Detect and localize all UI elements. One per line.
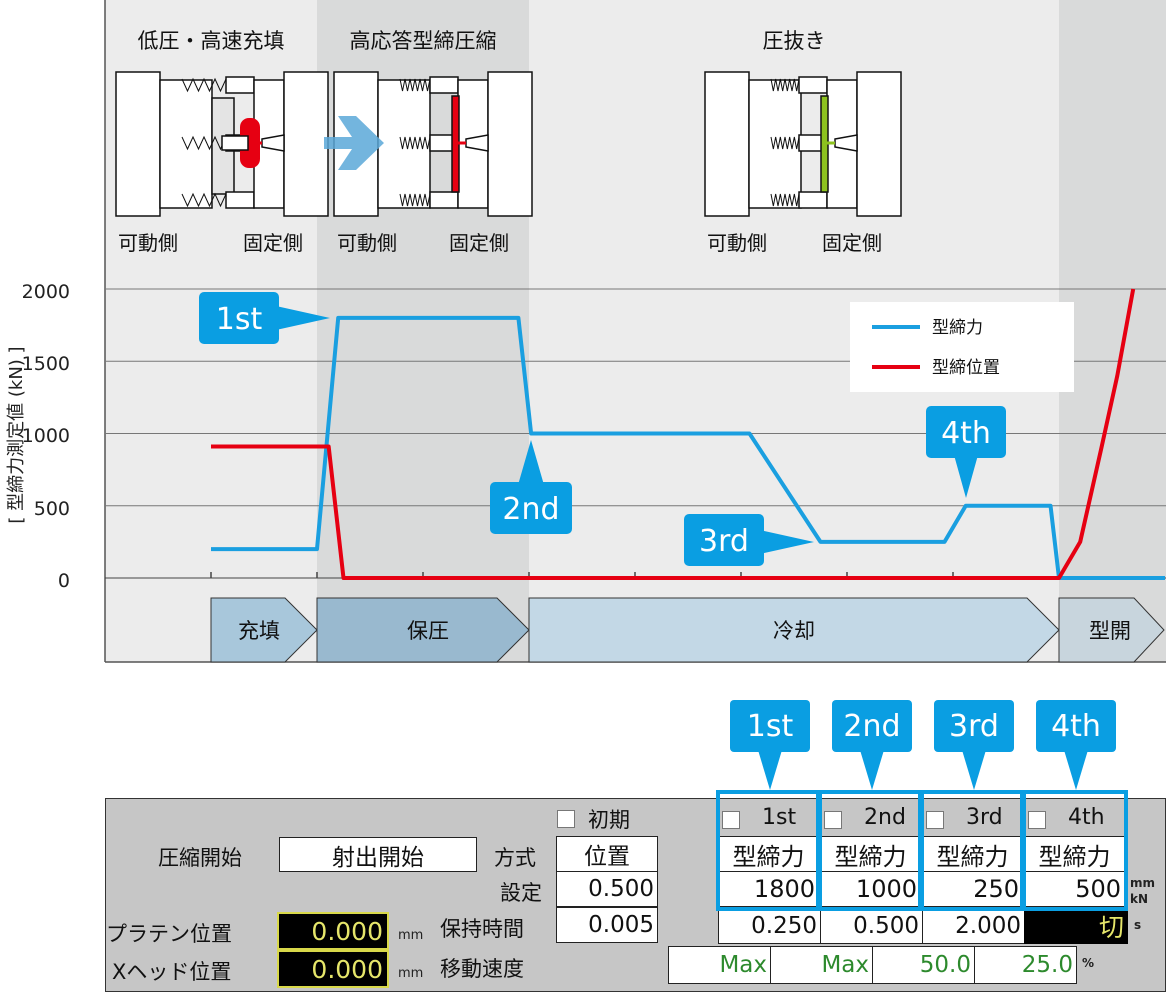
initial-label: 初期 bbox=[588, 808, 630, 832]
step-time-field[interactable]: 0.250 bbox=[718, 908, 821, 944]
phase-label-fill: 充填 bbox=[238, 619, 280, 643]
panel-callout-2nd: 2nd bbox=[832, 700, 912, 752]
movable-side-label: 可動側 bbox=[707, 231, 767, 255]
y-tick-label: 500 bbox=[34, 498, 70, 520]
speed-unit: % bbox=[1082, 956, 1095, 970]
step-speed-field[interactable]: 25.0 bbox=[974, 946, 1077, 984]
speed-label: 移動速度 bbox=[440, 957, 524, 981]
method-label: 方式 bbox=[494, 846, 536, 870]
legend-label-clamp-position: 型締位置 bbox=[932, 358, 1000, 378]
method-field[interactable]: 位置 bbox=[556, 836, 658, 872]
platen-unit: mm bbox=[398, 928, 424, 943]
compress-start-field[interactable]: 射出開始 bbox=[279, 837, 477, 872]
time-unit: s bbox=[1134, 918, 1142, 932]
legend-box bbox=[850, 302, 1074, 392]
y-tick-label: 2000 bbox=[22, 281, 70, 303]
stage-title-compress: 高応答型締圧縮 bbox=[350, 29, 497, 53]
xhead-position-readout: 0.000 bbox=[277, 950, 389, 988]
resin-icon bbox=[451, 95, 460, 193]
stage-title-release: 圧抜き bbox=[763, 29, 826, 53]
stage-title-fill: 低圧・高速充填 bbox=[138, 29, 285, 53]
y-tick-label: 1500 bbox=[22, 353, 70, 375]
step-highlight-frame bbox=[920, 790, 1024, 911]
fixed-side-label: 固定側 bbox=[449, 231, 509, 255]
panel-callout-1st: 1st bbox=[730, 700, 810, 752]
hold-time-field[interactable]: 0.005 bbox=[556, 907, 658, 943]
xhead-position-label: Xヘッド位置 bbox=[112, 960, 232, 984]
phase-label-pack: 保圧 bbox=[407, 619, 449, 643]
step-highlight-frame bbox=[1022, 790, 1128, 911]
fixed-side-label: 固定側 bbox=[243, 231, 303, 255]
panel-callout-4th: 4th bbox=[1036, 700, 1116, 752]
setting-label: 設定 bbox=[500, 881, 542, 905]
value-unit-mm: mm bbox=[1130, 876, 1156, 890]
y-tick-label: 1000 bbox=[22, 425, 70, 447]
mold-diagram-icon bbox=[704, 71, 902, 217]
step-speed-field[interactable]: Max bbox=[770, 946, 873, 984]
phase-label-cool: 冷却 bbox=[773, 619, 815, 643]
step-time-field[interactable]: 切 bbox=[1024, 908, 1128, 944]
callout-label: 3rd bbox=[699, 524, 749, 559]
value-unit-kn: kN bbox=[1130, 892, 1149, 906]
platen-position-label: プラテン位置 bbox=[106, 922, 232, 946]
step-speed-field[interactable]: 50.0 bbox=[872, 946, 975, 984]
legend-label-clamp-force: 型締力 bbox=[932, 318, 983, 338]
y-tick-label: 0 bbox=[58, 570, 70, 592]
step-time-field[interactable]: 2.000 bbox=[922, 908, 1025, 944]
xhead-unit: mm bbox=[398, 966, 424, 981]
fixed-side-label: 固定側 bbox=[822, 231, 882, 255]
zone-open-background bbox=[1059, 0, 1166, 662]
callout-label: 4th bbox=[941, 416, 991, 451]
step-highlight-frame bbox=[818, 790, 922, 911]
hold-time-label: 保持時間 bbox=[440, 917, 524, 941]
step-speed-field[interactable]: Max bbox=[668, 946, 771, 984]
y-axis-label: [ 型締力測定値 (kN) ] bbox=[6, 346, 27, 523]
phase-label-open: 型開 bbox=[1089, 619, 1131, 643]
step-highlight-frame bbox=[716, 790, 820, 911]
compress-start-label: 圧縮開始 bbox=[158, 846, 242, 870]
platen-position-readout: 0.000 bbox=[277, 912, 389, 950]
initial-checkbox[interactable] bbox=[557, 810, 575, 828]
step-time-field[interactable]: 0.500 bbox=[820, 908, 923, 944]
movable-side-label: 可動側 bbox=[118, 231, 178, 255]
callout-label: 2nd bbox=[502, 492, 559, 527]
callout-label: 1st bbox=[216, 302, 263, 337]
resin-icon bbox=[820, 95, 829, 193]
panel-callout-3rd: 3rd bbox=[934, 700, 1014, 752]
setting-field[interactable]: 0.500 bbox=[556, 871, 658, 907]
movable-side-label: 可動側 bbox=[337, 231, 397, 255]
